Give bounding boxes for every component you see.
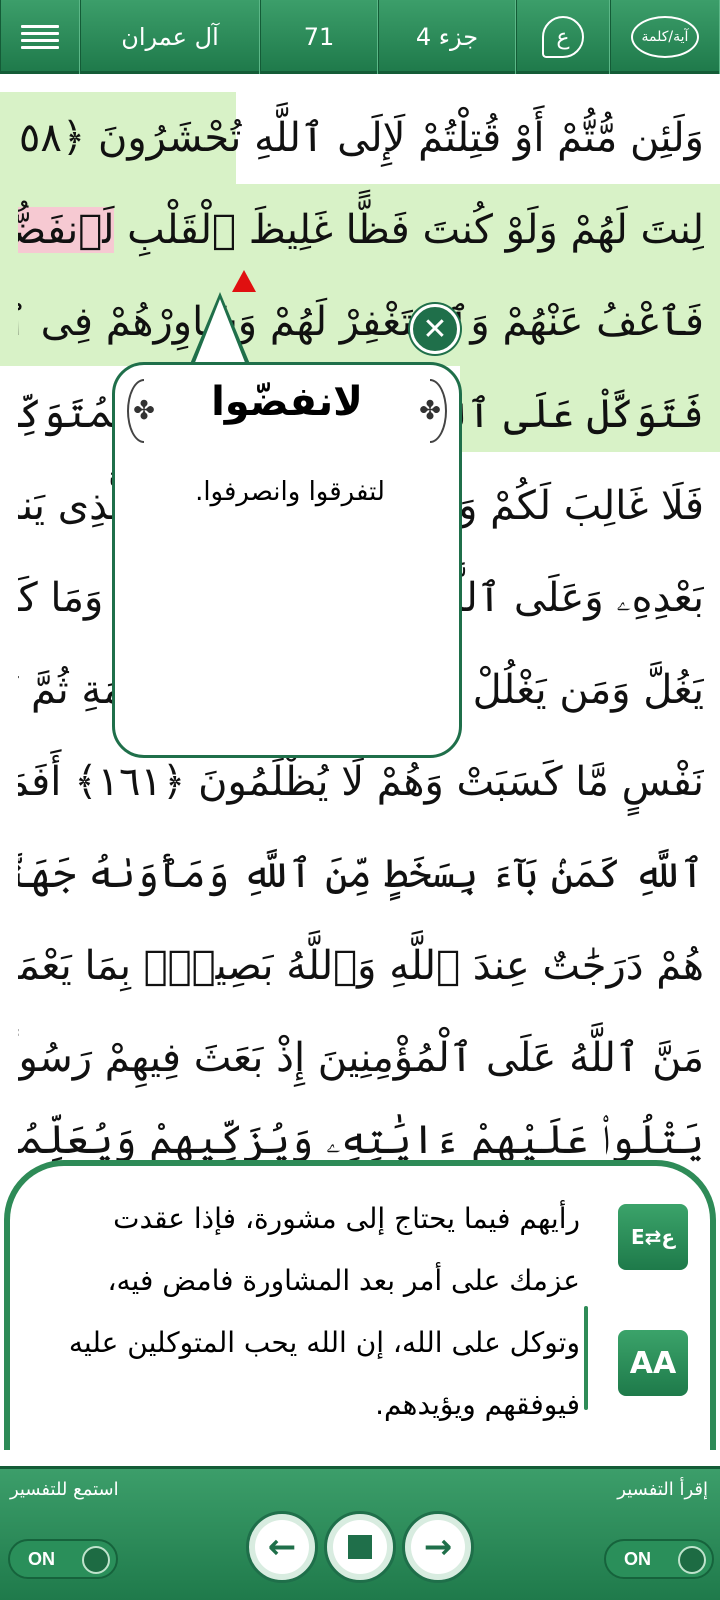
quran-line-part: لِنتَ لَهُمْ وَلَوْ كُنتَ فَظًّا غَلِيظَ… bbox=[114, 207, 704, 253]
quran-line[interactable]: وَلَئِن مُّتُّمْ أَوْ قُتِلْتُمْ لَإِلَى… bbox=[18, 92, 704, 184]
popup-word-meaning: لتفرقوا وانصرفوا. bbox=[195, 477, 385, 507]
font-size-button[interactable]: AA bbox=[618, 1330, 688, 1396]
next-button[interactable]: → bbox=[402, 1511, 474, 1583]
font-size-icon: AA bbox=[629, 1345, 677, 1381]
read-tafsir-label: إقرأ التفسير bbox=[617, 1479, 708, 1500]
ornament-icon: ✤ bbox=[413, 379, 447, 443]
read-tafsir-toggle[interactable]: ON bbox=[604, 1539, 714, 1579]
quran-line[interactable]: هُمْ دَرَجَٰتٌ عِندَ ٱللَّهِ وَٱللَّهُ ب… bbox=[18, 920, 704, 1012]
selected-word[interactable]: لَٱنفَضُّوا۟ bbox=[18, 207, 115, 253]
quran-line[interactable]: مَنَّ ٱللَّهُ عَلَى ٱلْمُؤْمِنِينَ إِذْ … bbox=[18, 1012, 704, 1104]
popup-pointer-inner bbox=[194, 299, 246, 365]
toggle-state: ON bbox=[28, 1549, 55, 1569]
menu-button[interactable] bbox=[0, 0, 80, 74]
translate-icon: E⇄ع bbox=[630, 1225, 676, 1249]
listen-tafsir-toggle[interactable]: ON bbox=[8, 1539, 118, 1579]
top-bar: آل عمران 71 جزء 4 ع آية/كلمة bbox=[0, 0, 720, 74]
juz-label[interactable]: جزء 4 bbox=[378, 0, 516, 74]
word-meaning-popup: ✤ لانفضّوا ✤ لتفرقوا وانصرفوا. bbox=[112, 362, 462, 758]
bottom-bar: استمع للتفسير إقرأ التفسير ON ← → ON bbox=[0, 1466, 720, 1600]
quran-line[interactable]: ٱللَّهِ كَمَنۢ بَآءَ بِسَخَطٍ مِّنَ ٱللَ… bbox=[18, 828, 704, 920]
stop-icon bbox=[348, 1535, 372, 1559]
tafsir-scrollbar[interactable] bbox=[584, 1306, 588, 1410]
surah-name[interactable]: آل عمران bbox=[80, 0, 260, 74]
ayah-word-logo: آية/كلمة bbox=[631, 16, 699, 58]
toggle-knob bbox=[82, 1546, 110, 1574]
close-popup-button[interactable]: ✕ bbox=[410, 304, 460, 354]
hamburger-icon bbox=[21, 25, 59, 49]
ayah-word-mode-button[interactable]: آية/كلمة bbox=[610, 0, 720, 74]
quran-line[interactable]: فَٱعْفُ عَنْهُمْ وَٱسْتَغْفِرْ لَهُمْ وَ… bbox=[18, 276, 704, 368]
arrow-right-icon: → bbox=[423, 1527, 453, 1567]
quran-line[interactable]: لِنتَ لَهُمْ وَلَوْ كُنتَ فَظًّا غَلِيظَ… bbox=[18, 184, 704, 276]
popup-word-title: لانفضّوا bbox=[211, 379, 363, 425]
toggle-knob bbox=[678, 1546, 706, 1574]
previous-button[interactable]: ← bbox=[246, 1511, 318, 1583]
selected-word-arrow-icon bbox=[232, 270, 256, 292]
stop-button[interactable] bbox=[324, 1511, 396, 1583]
ain-icon: ع bbox=[542, 16, 584, 58]
close-icon: ✕ bbox=[422, 311, 448, 347]
tafsir-text: رأيهم فيما يحتاج إلى مشورة، فإذا عقدت عز… bbox=[68, 1202, 580, 1421]
quran-line[interactable]: يَتْلُوا۟ عَلَيْهِمْ ءَايَٰتِهِۦ وَيُزَك… bbox=[18, 1094, 704, 1164]
toggle-state: ON bbox=[624, 1549, 651, 1569]
tafsir-panel[interactable]: رأيهم فيما يحتاج إلى مشورة، فإذا عقدت عز… bbox=[4, 1160, 716, 1450]
listen-tafsir-label: استمع للتفسير bbox=[10, 1479, 119, 1500]
page-number[interactable]: 71 bbox=[260, 0, 378, 74]
arrow-left-icon: ← bbox=[267, 1527, 297, 1567]
translate-button[interactable]: E⇄ع bbox=[618, 1204, 688, 1270]
ain-button[interactable]: ع bbox=[516, 0, 610, 74]
